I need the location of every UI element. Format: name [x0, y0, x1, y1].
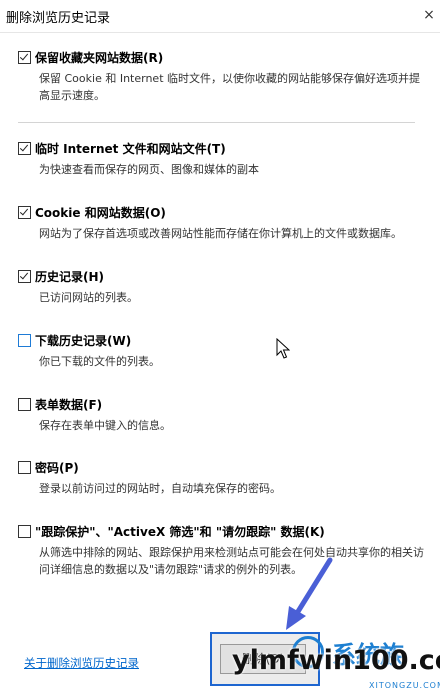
- passwords-checkbox[interactable]: [18, 461, 31, 474]
- watermark-sub: XITONGZU.COM: [369, 681, 440, 690]
- window-title: 删除浏览历史记录: [6, 11, 111, 26]
- mouse-pointer-icon: [276, 338, 290, 359]
- option-description: 已访问网站的列表。: [39, 291, 138, 304]
- option-label: 保留收藏夹网站数据(R): [35, 51, 164, 65]
- option-description: 网站为了保存首选项或改善网站性能而存储在你计算机上的文件或数据库。: [39, 227, 402, 240]
- option-description: 保留 Cookie 和 Internet 临时文件，以使你收藏的网站能够保存偏好…: [39, 72, 420, 102]
- about-deleting-history-link[interactable]: 关于删除浏览历史记录: [24, 655, 139, 671]
- option-preserve-favorites[interactable]: 保留收藏夹网站数据(R) 保留 Cookie 和 Internet 临时文件，以…: [18, 50, 428, 104]
- history-checkbox[interactable]: [18, 270, 31, 283]
- close-button[interactable]: ×: [418, 0, 440, 30]
- watermark-text: ylmfwin100.com: [232, 645, 440, 676]
- option-description: 从筛选中排除的网站、跟踪保护用来检测站点可能会在何处自动共享你的相关访问详细信息…: [39, 546, 424, 576]
- option-label: "跟踪保护"、"ActiveX 筛选"和 "请勿跟踪" 数据(K): [35, 525, 325, 539]
- option-cookies[interactable]: Cookie 和网站数据(O) 网站为了保存首选项或改善网站性能而存储在你计算机…: [18, 205, 428, 242]
- option-label: Cookie 和网站数据(O): [35, 206, 166, 220]
- option-label: 临时 Internet 文件和网站文件(T): [35, 142, 226, 156]
- option-description: 你已下载的文件的列表。: [39, 355, 160, 368]
- option-history[interactable]: 历史记录(H) 已访问网站的列表。: [18, 269, 428, 306]
- option-label: 历史记录(H): [35, 270, 105, 284]
- temp-files-checkbox[interactable]: [18, 142, 31, 155]
- annotation-arrow-icon: [286, 557, 333, 630]
- option-passwords[interactable]: 密码(P) 登录以前访问过的网站时，自动填充保存的密码。: [18, 460, 428, 497]
- form-data-checkbox[interactable]: [18, 398, 31, 411]
- option-temp-internet-files[interactable]: 临时 Internet 文件和网站文件(T) 为快速查看而保存的网页、图像和媒体…: [18, 141, 428, 178]
- option-form-data[interactable]: 表单数据(F) 保存在表单中键入的信息。: [18, 397, 428, 434]
- option-label: 下载历史记录(W): [35, 334, 132, 348]
- option-label: 表单数据(F): [35, 398, 103, 412]
- option-description: 保存在表单中键入的信息。: [39, 419, 171, 432]
- watermark: 系统族 ylmfwin100.com XITONGZU.COM: [232, 633, 440, 696]
- option-label: 密码(P): [35, 461, 79, 475]
- option-download-history[interactable]: 下载历史记录(W) 你已下载的文件的列表。: [18, 333, 428, 370]
- divider: [18, 122, 415, 123]
- tracking-protection-checkbox[interactable]: [18, 525, 31, 538]
- preserve-favorites-checkbox[interactable]: [18, 51, 31, 64]
- cookies-checkbox[interactable]: [18, 206, 31, 219]
- option-description: 为快速查看而保存的网页、图像和媒体的副本: [39, 163, 259, 176]
- delete-browsing-history-dialog: 删除浏览历史记录 × 保留收藏夹网站数据(R) 保留 Cookie 和 Inte…: [0, 0, 440, 696]
- title-bar: 删除浏览历史记录 ×: [0, 0, 440, 33]
- option-tracking-protection[interactable]: "跟踪保护"、"ActiveX 筛选"和 "请勿跟踪" 数据(K) 从筛选中排除…: [18, 524, 428, 578]
- download-history-checkbox[interactable]: [18, 334, 31, 347]
- option-description: 登录以前访问过的网站时，自动填充保存的密码。: [39, 482, 281, 495]
